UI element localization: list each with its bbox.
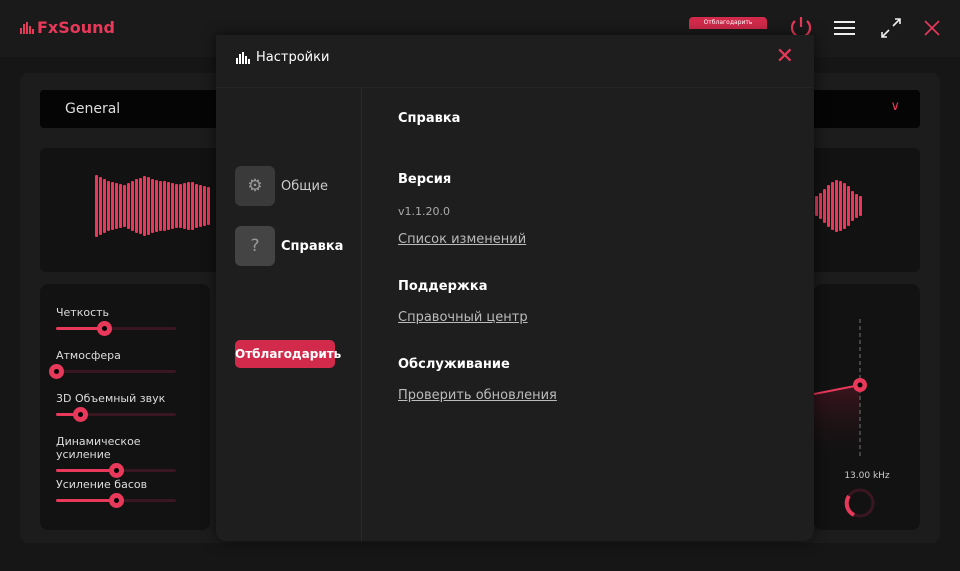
visualizer-bar xyxy=(835,180,838,232)
visualizer-bar xyxy=(191,182,194,230)
visualizer-bar xyxy=(851,191,854,221)
visualizer-bar xyxy=(171,183,174,229)
support-heading: Поддержка xyxy=(398,279,488,294)
menu-icon[interactable] xyxy=(834,19,856,37)
gear-icon: ⚙ xyxy=(235,166,275,206)
visualizer-bar xyxy=(175,184,178,228)
close-app-icon[interactable] xyxy=(923,19,941,37)
settings-logo-icon xyxy=(236,51,250,64)
equalizer-panel: 13.00 kHz xyxy=(814,284,920,530)
visualizer-bar xyxy=(819,193,822,219)
version-value: v1.1.20.0 xyxy=(398,205,450,218)
slider-knob[interactable] xyxy=(49,364,64,379)
check-updates-link[interactable]: Проверить обновления xyxy=(398,388,557,403)
slider-fill xyxy=(56,469,116,472)
visualizer-bar xyxy=(139,178,142,234)
visualizer-bar xyxy=(831,182,834,230)
slider-knob[interactable] xyxy=(97,321,112,336)
visualizer-bar xyxy=(199,185,202,227)
nav-label-help: Справка xyxy=(281,238,344,254)
donate-button-top[interactable]: Отблагодарить xyxy=(689,17,767,29)
visualizer-bar xyxy=(163,181,166,231)
visualizer-bar xyxy=(855,194,858,218)
slider-track[interactable] xyxy=(56,463,176,478)
effect-slider[interactable]: Динамическое усиление xyxy=(56,435,176,478)
effect-label: Динамическое усиление xyxy=(56,435,141,461)
visualizer-bar xyxy=(827,185,830,227)
effect-label: Усиление басов xyxy=(56,478,148,491)
visualizer-bar xyxy=(179,184,182,228)
visualizer-bar xyxy=(167,182,170,230)
effect-slider[interactable]: Атмосфера xyxy=(49,349,176,379)
effects-panel: Четкость Атмосфера 3D Объемный звук Динамич… xyxy=(40,284,210,530)
visualizer-bar xyxy=(843,183,846,229)
visualizer-bar xyxy=(147,177,150,235)
visualizer-bar xyxy=(159,181,162,231)
donate-button[interactable]: Отблагодарить xyxy=(235,340,341,368)
settings-header: Настройки ✕ xyxy=(216,35,814,88)
visualizer-bar xyxy=(839,181,842,231)
eq-curve-fill xyxy=(814,385,860,464)
logo-bars-icon xyxy=(20,21,34,34)
chevron-down-icon: ∨ xyxy=(890,99,900,114)
slider-knob[interactable] xyxy=(73,407,88,422)
effect-slider[interactable]: 3D Объемный звук xyxy=(56,392,176,422)
slider-fill xyxy=(56,499,116,502)
visualizer-bar xyxy=(187,182,190,230)
visualizer-bar xyxy=(183,183,186,229)
version-heading: Версия xyxy=(398,172,452,187)
settings-title: Настройки xyxy=(256,50,330,65)
nav-item-general[interactable]: ⚙ Общие xyxy=(235,166,328,206)
visualizer-bar xyxy=(119,184,122,228)
app-logo: FxSound xyxy=(20,18,115,37)
visualizer-bar xyxy=(135,179,138,233)
nav-label-general: Общие xyxy=(281,178,328,194)
visualizer-bar xyxy=(95,175,98,237)
visualizer-bar xyxy=(823,189,826,223)
maintenance-heading: Обслуживание xyxy=(398,357,510,372)
help-center-link[interactable]: Справочный центр xyxy=(398,310,528,325)
nav-item-help[interactable]: ? Справка xyxy=(235,226,343,266)
preset-selected: General xyxy=(65,101,121,117)
visualizer-bar xyxy=(207,187,210,225)
visualizer-bar xyxy=(111,182,114,230)
effect-label: Четкость xyxy=(56,306,110,319)
effect-slider[interactable]: Усиление басов xyxy=(56,478,176,508)
section-title: Справка xyxy=(398,111,461,126)
visualizer-bar xyxy=(143,176,146,236)
visualizer-bar xyxy=(203,186,206,226)
slider-knob[interactable] xyxy=(109,463,124,478)
effect-label: Атмосфера xyxy=(56,349,121,362)
slider-track[interactable] xyxy=(49,364,176,379)
effect-slider[interactable]: Четкость xyxy=(56,306,176,336)
slider-track[interactable] xyxy=(56,407,176,422)
visualizer-bar xyxy=(99,177,102,235)
visualizer-bar xyxy=(127,183,130,229)
visualizer-bar xyxy=(123,185,126,227)
visualizer-bar xyxy=(195,184,198,228)
effect-label: 3D Объемный звук xyxy=(56,392,166,405)
minimize-icon[interactable] xyxy=(879,17,903,39)
slider-knob[interactable] xyxy=(109,493,124,508)
eq-frequency-knob[interactable] xyxy=(844,494,856,517)
visualizer-bar xyxy=(815,196,818,216)
slider-track[interactable] xyxy=(56,493,176,508)
visualizer-bar xyxy=(155,180,158,232)
slider-track[interactable] xyxy=(56,321,176,336)
visualizer-bar xyxy=(859,196,862,216)
close-settings-icon[interactable]: ✕ xyxy=(776,46,794,68)
changelog-link[interactable]: Список изменений xyxy=(398,232,526,247)
app-name: FxSound xyxy=(37,18,115,37)
settings-nav: ⚙ Общие ? Справка Отблагодарить xyxy=(216,88,362,541)
visualizer-bar xyxy=(103,179,106,233)
help-icon: ? xyxy=(235,226,275,266)
eq-frequency-label: 13.00 kHz xyxy=(844,471,890,481)
visualizer-bar xyxy=(151,179,154,233)
visualizer-bar xyxy=(847,186,850,226)
settings-dialog: Настройки ✕ ⚙ Общие ? Справка Отблагодарит… xyxy=(216,35,814,541)
visualizer-bar xyxy=(131,181,134,231)
visualizer-bar xyxy=(115,183,118,229)
visualizer-bar xyxy=(107,181,110,231)
